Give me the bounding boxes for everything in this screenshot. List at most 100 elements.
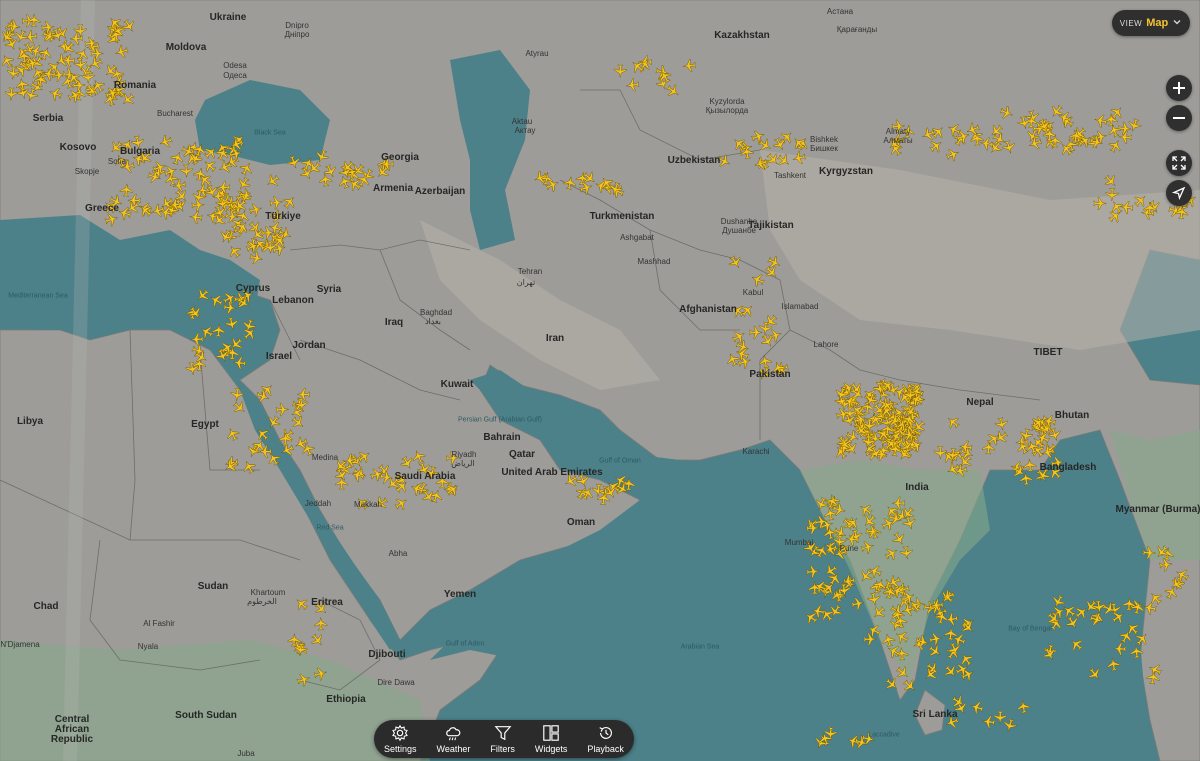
- city-label: الرياض: [451, 459, 475, 468]
- chevron-down-icon: [1172, 17, 1182, 30]
- country-label: Egypt: [191, 419, 219, 430]
- weather-button[interactable]: Weather: [437, 724, 470, 754]
- city-label: بغداد: [424, 317, 442, 326]
- country-label: Central African Republic: [50, 714, 94, 745]
- country-label: Sudan: [197, 581, 229, 592]
- city-label: Dnipro: [285, 21, 309, 30]
- country-label: Pakistan: [749, 369, 791, 380]
- bottom-toolbar: Settings Weather Filters Widgets Playbac…: [374, 720, 634, 758]
- country-label: Saudi Arabia: [394, 471, 456, 482]
- water-label: Arabian Sea: [680, 643, 720, 651]
- city-label: Mumbai: [784, 538, 814, 547]
- city-label: Tashkent: [773, 171, 807, 180]
- city-label: Islamabad: [781, 302, 819, 311]
- water-label: Black Sea: [254, 129, 286, 137]
- country-label: Libya: [16, 416, 44, 427]
- water-label: Gulf of Oman: [599, 457, 641, 465]
- country-label: Sri Lanka: [912, 709, 958, 720]
- water-label: Bay of Bengal: [1008, 625, 1052, 633]
- country-label: Cyprus: [235, 283, 271, 294]
- country-label: TIBET: [1033, 347, 1063, 358]
- widgets-button[interactable]: Widgets: [534, 724, 568, 754]
- country-label: Iran: [545, 333, 565, 344]
- city-label: Juba: [237, 749, 255, 758]
- filters-button[interactable]: Filters: [490, 724, 515, 754]
- zoom-in-button[interactable]: [1166, 75, 1192, 101]
- city-label: Kabul: [742, 288, 764, 297]
- country-label: Turkmenistan: [589, 211, 655, 222]
- city-label: Sofia: [107, 157, 127, 166]
- widgets-label: Widgets: [534, 744, 568, 754]
- city-label: Dushanbe: [720, 217, 758, 226]
- settings-label: Settings: [384, 744, 417, 754]
- view-label: VIEW: [1119, 18, 1143, 28]
- country-label: Bahrain: [483, 432, 521, 443]
- country-label: Israel: [265, 351, 293, 362]
- fullscreen-button[interactable]: [1166, 150, 1192, 176]
- city-label: Бишкек: [810, 144, 838, 153]
- country-label: Türkiye: [265, 211, 301, 222]
- city-label: Tehran: [517, 267, 543, 276]
- city-label: Jeddah: [304, 499, 332, 508]
- country-label: Armenia: [372, 183, 414, 194]
- country-label: Eritrea: [311, 597, 343, 608]
- city-label: Астана: [826, 7, 854, 16]
- country-label: Afghanistan: [679, 304, 737, 315]
- country-label: Bulgaria: [119, 146, 161, 157]
- city-label: Odesa: [223, 61, 247, 70]
- country-label: United Arab Emirates: [501, 467, 603, 478]
- city-label: Bucharest: [156, 109, 194, 118]
- zoom-out-icon: [1173, 117, 1185, 119]
- country-label: Romania: [113, 80, 157, 91]
- country-label: Syria: [316, 284, 342, 295]
- playback-button[interactable]: Playback: [587, 724, 624, 754]
- filter-icon: [494, 726, 512, 741]
- country-label: Nepal: [966, 397, 994, 408]
- country-label: Georgia: [381, 152, 419, 163]
- country-label: Chad: [33, 601, 59, 612]
- water-label: Laccadive: [868, 731, 900, 739]
- weather-icon: [446, 727, 461, 741]
- country-label: Kyrgyzstan: [819, 166, 873, 177]
- country-label: Azerbaijan: [414, 186, 466, 197]
- water-label: Red Sea: [316, 524, 344, 532]
- city-label: تهران: [516, 278, 536, 287]
- settings-gear-icon: [392, 724, 409, 742]
- country-label: Kosovo: [59, 142, 97, 153]
- city-label: Skopje: [74, 167, 100, 176]
- city-label: Дніпро: [284, 30, 310, 39]
- city-label: Mashhad: [637, 257, 671, 266]
- city-label: Bishkek: [809, 135, 839, 144]
- city-label: Одеса: [223, 71, 247, 80]
- city-label: Almaty: [885, 127, 911, 136]
- water-label: Persian Gulf (Arabian Gulf): [457, 416, 543, 424]
- country-label: Iraq: [384, 317, 404, 328]
- country-label: Kuwait: [440, 379, 474, 390]
- country-label: India: [905, 482, 929, 493]
- zoom-out-button[interactable]: [1166, 105, 1192, 131]
- country-label: Uzbekistan: [667, 155, 721, 166]
- city-label: Karachi: [742, 447, 770, 456]
- water-label: Gulf of Aden: [445, 640, 485, 648]
- country-label: Bhutan: [1054, 410, 1090, 421]
- city-label: N'Djamena: [0, 640, 40, 649]
- country-label: Moldova: [165, 42, 207, 53]
- city-label: Al Fashir: [143, 619, 175, 628]
- widgets-icon: [543, 725, 559, 741]
- zoom-in-icon: [1173, 82, 1185, 94]
- locate-button[interactable]: [1166, 180, 1192, 206]
- city-label: Kyzylorda: [709, 97, 745, 106]
- country-label: Greece: [85, 203, 119, 214]
- city-label: Душанбе: [722, 226, 756, 235]
- water-label: Mediterranean Sea: [8, 292, 68, 300]
- country-label: Myanmar (Burma): [1115, 504, 1200, 515]
- city-label: Abha: [388, 549, 408, 558]
- city-label: Ashgabat: [620, 233, 654, 242]
- country-label: Kazakhstan: [714, 30, 770, 41]
- playback-icon: [599, 727, 612, 739]
- country-label: South Sudan: [175, 710, 237, 721]
- fullscreen-icon: [1172, 156, 1186, 170]
- city-label: Riyadh: [451, 450, 477, 459]
- settings-button[interactable]: Settings: [384, 724, 417, 754]
- view-mode-selector[interactable]: VIEW Map: [1112, 10, 1190, 36]
